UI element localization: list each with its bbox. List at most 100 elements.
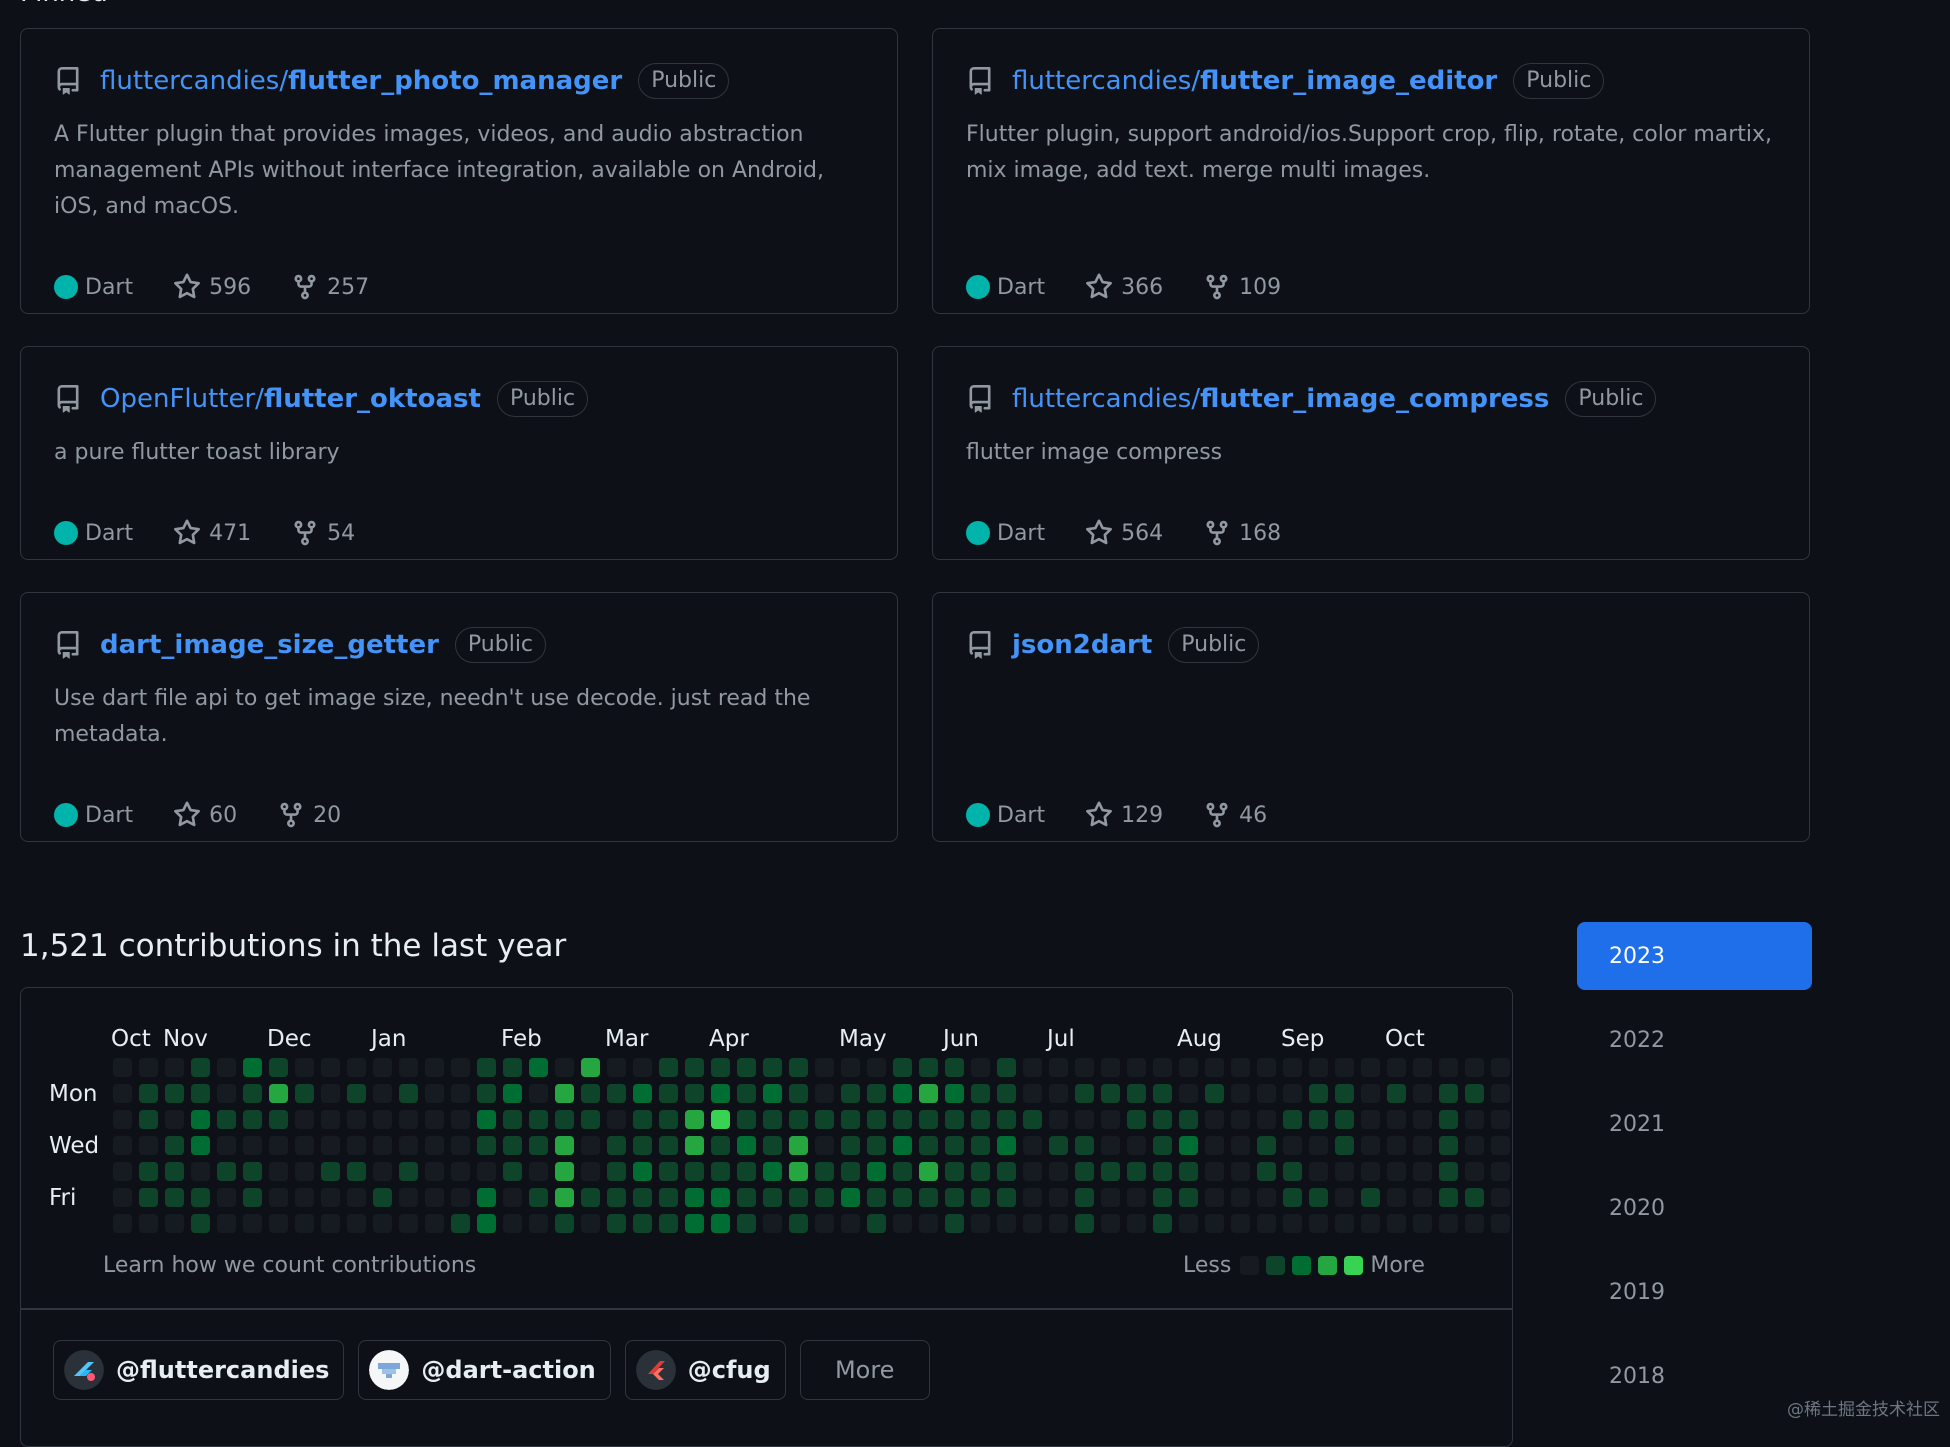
contribution-day[interactable] [1257,1188,1276,1207]
contribution-day[interactable] [555,1162,574,1181]
contribution-day[interactable] [347,1136,366,1155]
org-button-dart-action[interactable]: @dart-action [358,1340,611,1400]
contribution-day[interactable] [295,1214,314,1233]
contribution-day[interactable] [971,1188,990,1207]
contribution-day[interactable] [685,1110,704,1129]
contribution-day[interactable] [815,1084,834,1103]
contribution-day[interactable] [295,1084,314,1103]
contribution-day[interactable] [139,1110,158,1129]
contribution-day[interactable] [659,1214,678,1233]
contribution-day[interactable] [295,1162,314,1181]
contribution-day[interactable] [1387,1214,1406,1233]
contribution-day[interactable] [451,1162,470,1181]
contribution-day[interactable] [1231,1136,1250,1155]
contribution-day[interactable] [1153,1136,1172,1155]
contribution-day[interactable] [425,1188,444,1207]
contribution-day[interactable] [789,1084,808,1103]
contribution-day[interactable] [1413,1110,1432,1129]
contribution-day[interactable] [1413,1188,1432,1207]
repo-forks-link[interactable]: 20 [277,801,341,829]
contribution-day[interactable] [191,1188,210,1207]
repo-forks-link[interactable]: 54 [291,519,355,547]
contribution-day[interactable] [1101,1058,1120,1077]
contribution-day[interactable] [867,1058,886,1077]
contribution-day[interactable] [1335,1188,1354,1207]
contribution-day[interactable] [867,1162,886,1181]
contribution-day[interactable] [1413,1214,1432,1233]
year-button-2019[interactable]: 2019 [1577,1258,1812,1326]
contribution-day[interactable] [321,1162,340,1181]
contribution-day[interactable] [1283,1058,1302,1077]
contribution-day[interactable] [139,1084,158,1103]
contribution-day[interactable] [1439,1058,1458,1077]
contribution-day[interactable] [945,1214,964,1233]
contribution-day[interactable] [451,1110,470,1129]
contribution-day[interactable] [737,1058,756,1077]
contribution-day[interactable] [425,1110,444,1129]
contribution-day[interactable] [217,1058,236,1077]
contribution-day[interactable] [659,1084,678,1103]
contribution-day[interactable] [737,1084,756,1103]
contribution-day[interactable] [347,1162,366,1181]
contribution-day[interactable] [295,1188,314,1207]
repo-forks-link[interactable]: 46 [1203,801,1267,829]
contribution-day[interactable] [1283,1084,1302,1103]
contribution-day[interactable] [685,1214,704,1233]
contribution-day[interactable] [1361,1084,1380,1103]
contribution-day[interactable] [997,1214,1016,1233]
contribution-day[interactable] [243,1084,262,1103]
contribution-day[interactable] [945,1136,964,1155]
contribution-day[interactable] [711,1136,730,1155]
contribution-day[interactable] [1361,1110,1380,1129]
contribution-day[interactable] [269,1162,288,1181]
contribution-day[interactable] [1049,1188,1068,1207]
contribution-day[interactable] [477,1162,496,1181]
contribution-day[interactable] [893,1110,912,1129]
contribution-day[interactable] [1413,1084,1432,1103]
contribution-day[interactable] [555,1058,574,1077]
contribution-day[interactable] [815,1162,834,1181]
contribution-day[interactable] [1465,1110,1484,1129]
contribution-day[interactable] [1101,1084,1120,1103]
contribution-day[interactable] [139,1136,158,1155]
contribution-day[interactable] [841,1188,860,1207]
contribution-day[interactable] [763,1110,782,1129]
contribution-day[interactable] [841,1058,860,1077]
contribution-day[interactable] [919,1084,938,1103]
contribution-day[interactable] [113,1214,132,1233]
contribution-day[interactable] [477,1084,496,1103]
contribution-day[interactable] [477,1136,496,1155]
contribution-day[interactable] [945,1084,964,1103]
contribution-day[interactable] [1023,1084,1042,1103]
contribution-day[interactable] [399,1136,418,1155]
contribution-day[interactable] [1413,1136,1432,1155]
repo-link[interactable]: fluttercandies/flutter_image_compress [1012,384,1549,414]
repo-link[interactable]: json2dart [1012,630,1152,660]
contribution-day[interactable] [113,1188,132,1207]
contribution-day[interactable] [789,1162,808,1181]
contribution-day[interactable] [503,1136,522,1155]
contribution-day[interactable] [243,1214,262,1233]
contribution-day[interactable] [1257,1136,1276,1155]
contribution-day[interactable] [503,1214,522,1233]
contribution-day[interactable] [1179,1214,1198,1233]
contribution-day[interactable] [1049,1162,1068,1181]
contribution-day[interactable] [321,1188,340,1207]
contribution-day[interactable] [321,1110,340,1129]
contribution-day[interactable] [1205,1188,1224,1207]
contribution-day[interactable] [1465,1188,1484,1207]
contribution-day[interactable] [789,1110,808,1129]
contribution-day[interactable] [997,1084,1016,1103]
contribution-day[interactable] [1127,1188,1146,1207]
contribution-day[interactable] [399,1084,418,1103]
contribution-day[interactable] [1335,1058,1354,1077]
contribution-day[interactable] [191,1084,210,1103]
contribution-day[interactable] [1049,1214,1068,1233]
contribution-day[interactable] [269,1214,288,1233]
contribution-day[interactable] [1361,1058,1380,1077]
contribution-day[interactable] [1049,1084,1068,1103]
contribution-day[interactable] [347,1110,366,1129]
contribution-day[interactable] [1387,1110,1406,1129]
contribution-day[interactable] [1361,1188,1380,1207]
contribution-day[interactable] [711,1110,730,1129]
